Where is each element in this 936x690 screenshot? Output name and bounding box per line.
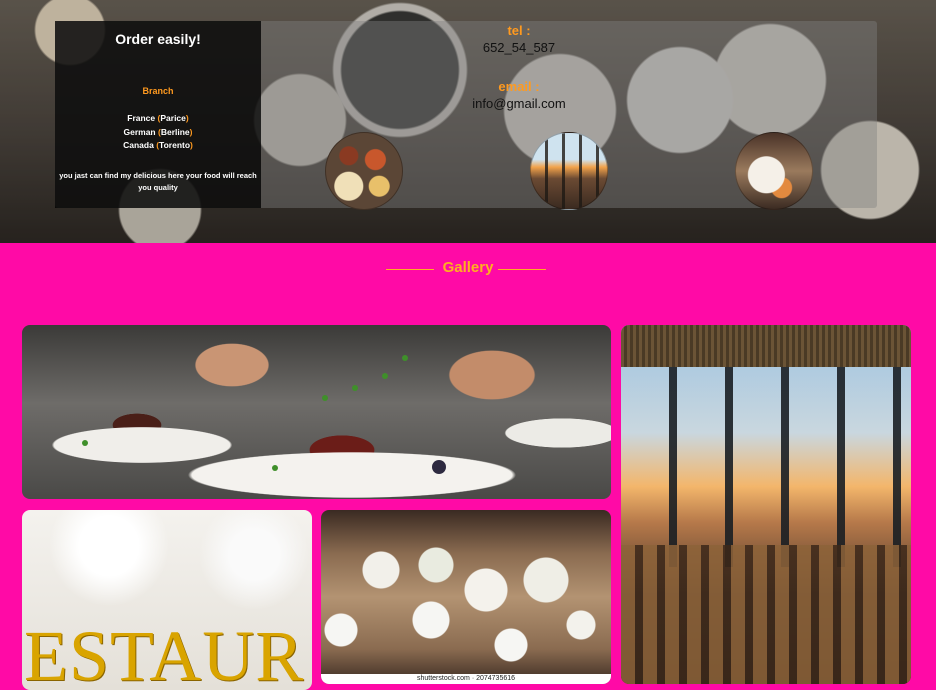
photo-watermark: shutterstock.com · 2074735616: [321, 674, 611, 684]
email-value[interactable]: info@gmail.com: [449, 96, 589, 111]
roof-decor: [621, 325, 911, 367]
branch-item-france: France (Parice): [127, 113, 189, 123]
sign-text: ESTAUR: [24, 616, 305, 690]
gallery-photo-shared-table[interactable]: shutterstock.com · 2074735616: [321, 510, 611, 684]
tel-label: tel :: [507, 23, 531, 38]
tagline: you jast can find my delicious here your…: [59, 171, 257, 192]
order-title: Order easily!: [115, 31, 201, 47]
thumbnail-plated-dish[interactable]: [735, 132, 813, 210]
thumbnail-restaurant-view[interactable]: [530, 132, 608, 210]
branch-list: France (Parice) German (Berline) Canada …: [55, 112, 261, 153]
info-card: Order easily! Branch France (Parice) Ger…: [55, 21, 877, 210]
gallery-photo-chef-plating[interactable]: [22, 325, 611, 499]
order-panel: Order easily! Branch France (Parice) Ger…: [55, 21, 261, 208]
gallery-divider-right: [498, 269, 546, 270]
branch-title: Branch: [142, 86, 174, 96]
hero-section: Order easily! Branch France (Parice) Ger…: [0, 0, 936, 243]
gallery-photo-city-view[interactable]: [621, 325, 911, 684]
branch-item-canada: Canada (Torento): [123, 140, 193, 150]
email-label: email :: [498, 79, 540, 94]
window-pillars: [621, 367, 911, 567]
dining-chairs: [621, 545, 911, 684]
gallery-heading: Gallery: [442, 259, 494, 276]
branch-item-german: German (Berline): [123, 126, 193, 137]
gallery-photo-restaurant-sign[interactable]: ESTAUR: [22, 510, 312, 690]
tel-value: 652_54_587: [482, 40, 556, 55]
thumbnail-food-platter[interactable]: [325, 132, 403, 210]
